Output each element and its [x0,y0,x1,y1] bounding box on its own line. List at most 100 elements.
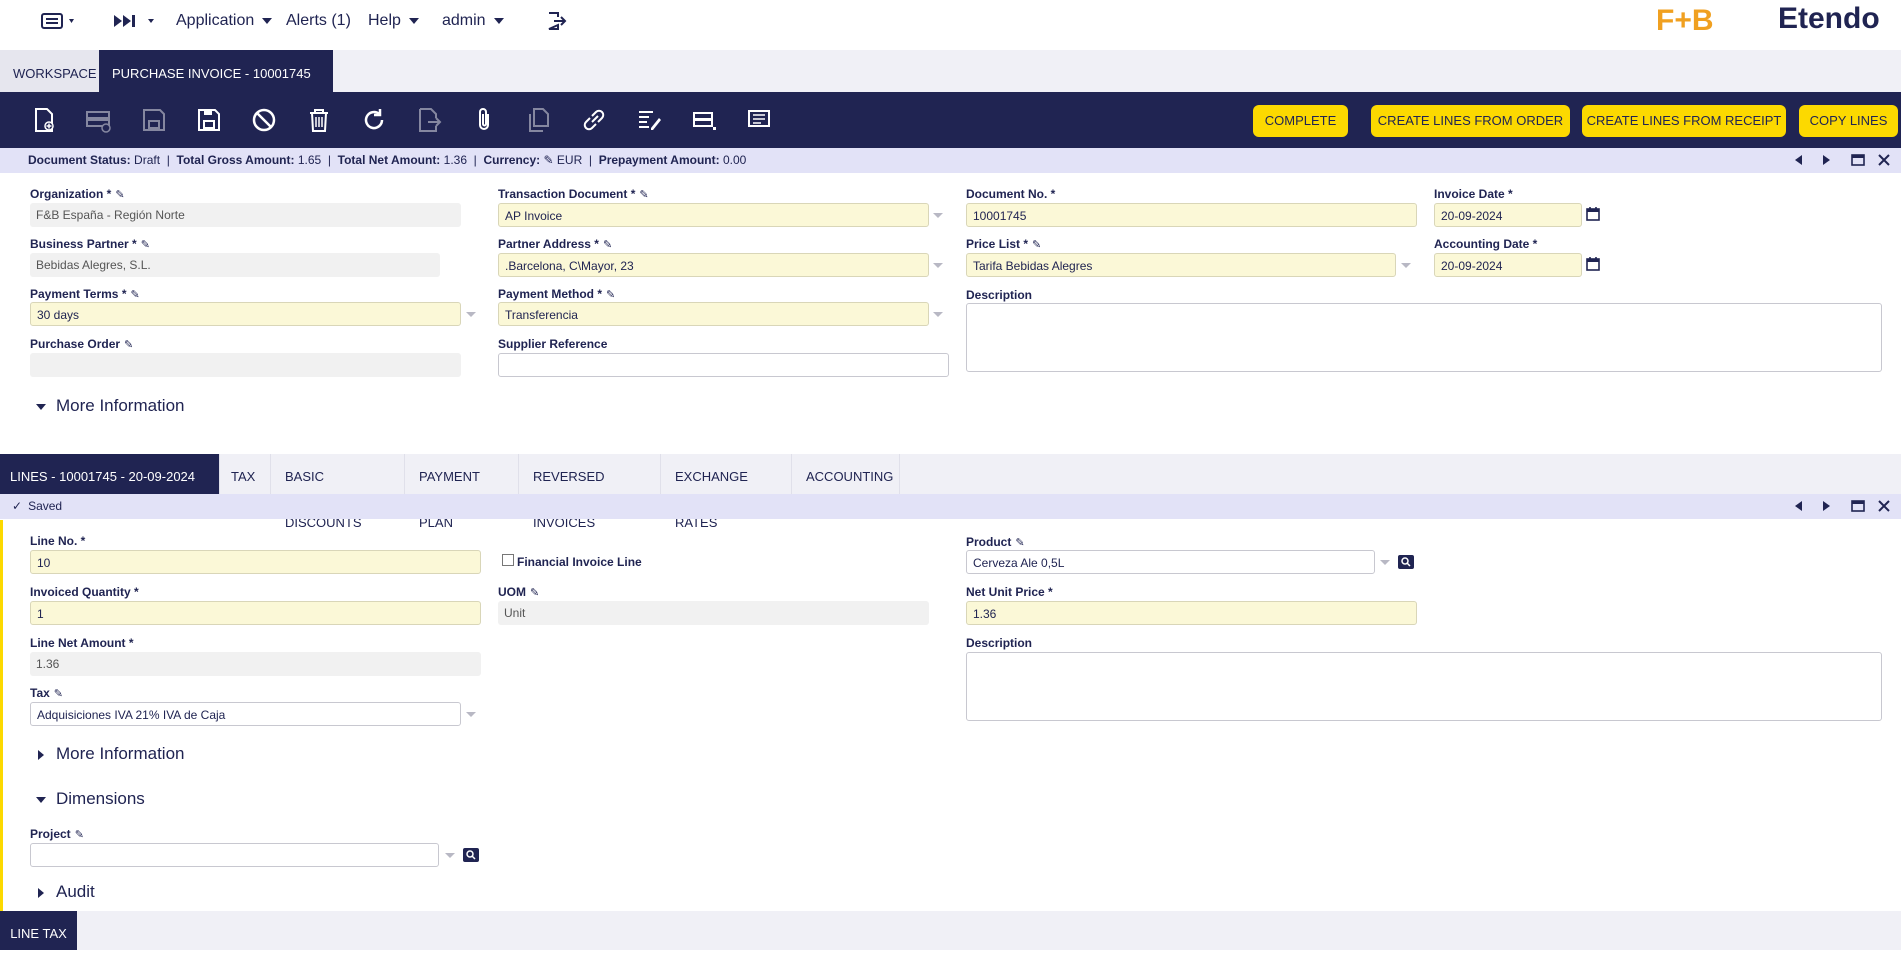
export-icon[interactable] [415,106,443,134]
chevron-down-icon [493,17,504,24]
financial-invoice-line-checkbox[interactable] [502,554,514,566]
more-information-section[interactable]: More Information [36,396,185,416]
clone-icon[interactable] [525,106,553,134]
new-document-icon[interactable] [30,106,58,134]
supplier-reference-field[interactable] [498,353,949,377]
save-close-icon[interactable] [195,106,223,134]
refresh-icon[interactable] [360,106,388,134]
organization-field: F&B España - Región Norte [30,203,461,227]
invoice-date-label: Invoice Date * [1434,187,1513,201]
next-record-icon[interactable] [1819,499,1833,513]
previous-record-icon[interactable] [1792,499,1806,513]
line-no-field[interactable]: 10 [30,550,481,574]
tab-reversed-invoices[interactable]: REVERSED INVOICES [523,454,661,530]
calendar-icon[interactable] [1586,257,1600,271]
next-record-icon[interactable] [1819,153,1833,167]
dimensions-section[interactable]: Dimensions [36,789,145,809]
tab-accounting[interactable]: ACCOUNTING [796,454,900,494]
dropdown-arrow-icon[interactable] [466,312,476,317]
partner-address-label: Partner Address * ✎ [498,237,613,251]
link-icon[interactable] [580,106,608,134]
tab-purchase-invoice[interactable]: PURCHASE INVOICE - 10001745 ... × [99,50,333,130]
organization-label: Organization * ✎ [30,187,125,201]
top-navigation: Application Alerts (1) Help admin F+B Et… [0,0,1901,46]
attachment-icon[interactable] [470,106,498,134]
chevron-down-icon [408,17,419,24]
dropdown-arrow-icon[interactable] [466,712,476,717]
help-menu[interactable]: Help [368,12,419,30]
audit-trail-icon[interactable] [635,106,663,134]
price-list-select[interactable]: Tarifa Bebidas Alegres [966,253,1396,277]
previous-record-icon[interactable] [1792,153,1806,167]
transaction-document-label: Transaction Document * ✎ [498,187,649,201]
partner-address-select[interactable]: .Barcelona, C\Mayor, 23 [498,253,929,277]
etendo-logo: Etendo [1778,2,1880,35]
description-label: Description [966,288,1033,302]
application-menu[interactable]: Application [176,12,273,30]
tax-select[interactable]: Adquisiciones IVA 21% IVA de Caja [30,702,461,726]
dropdown-arrow-icon[interactable] [1401,263,1411,268]
new-row-icon[interactable] [84,106,112,134]
active-form-indicator [0,520,3,911]
copy-lines-button[interactable]: COPY LINES [1799,105,1898,137]
payment-method-label: Payment Method * ✎ [498,287,616,301]
line-more-information-section[interactable]: More Information [38,744,185,764]
transaction-document-select[interactable]: AP Invoice [498,203,929,227]
description-textarea[interactable] [966,303,1882,372]
line-description-textarea[interactable] [966,652,1882,721]
child-tabs: LINES - 10001745 - 20-09-2024 ... TAX BA… [0,454,1901,530]
undo-icon[interactable] [250,106,278,134]
chevron-down-icon [262,17,273,24]
business-partner-field: Bebidas Alegres, S.L. [30,253,440,277]
invoiced-quantity-field[interactable]: 1 [30,601,481,625]
recent-views-icon[interactable] [112,11,158,36]
toolbar: COMPLETE CREATE LINES FROM ORDER CREATE … [0,92,1901,148]
dropdown-arrow-icon[interactable] [933,312,943,317]
delete-icon[interactable] [305,106,333,134]
dropdown-arrow-icon[interactable] [933,213,943,218]
line-net-amount-field: 1.36 [30,652,481,676]
dropdown-arrow-icon[interactable] [1380,560,1390,565]
complete-button[interactable]: COMPLETE [1253,105,1348,137]
alerts-link[interactable]: Alerts (1) [286,12,351,30]
close-icon[interactable] [1877,499,1891,513]
search-icon[interactable] [463,848,479,862]
create-lines-from-order-button[interactable]: CREATE LINES FROM ORDER [1371,105,1570,137]
tab-line-tax[interactable]: LINE TAX [0,911,77,950]
save-icon[interactable] [140,106,168,134]
dropdown-arrow-icon[interactable] [933,263,943,268]
tab-payment-plan[interactable]: PAYMENT PLAN [409,454,519,530]
tab-exchange-rates[interactable]: EXCHANGE RATES [665,454,792,530]
lines-status-bar: ✓ Saved [0,494,1901,519]
document-status-bar: Document Status: Draft | Total Gross Amo… [0,148,1901,173]
tab-basic-discounts[interactable]: BASIC DISCOUNTS [275,454,405,530]
chevron-right-icon [38,749,44,760]
tab-workspace[interactable]: WORKSPACE [0,50,110,92]
maximize-icon[interactable] [1851,153,1865,167]
dropdown-arrow-icon[interactable] [445,853,455,858]
tab-lines[interactable]: LINES - 10001745 - 20-09-2024 ... [0,454,220,530]
maximize-icon[interactable] [1851,499,1865,513]
notes-icon[interactable] [745,106,773,134]
grid-form-toggle-icon[interactable] [690,106,718,134]
invoice-date-field[interactable]: 20-09-2024 [1434,203,1582,227]
search-icon[interactable] [1398,555,1414,569]
user-menu[interactable]: admin [442,12,504,30]
calendar-icon[interactable] [1586,207,1600,221]
project-field[interactable] [30,843,439,867]
close-icon[interactable] [1877,153,1891,167]
product-field[interactable]: Cerveza Ale 0,5L [966,550,1375,574]
document-no-field[interactable]: 10001745 [966,203,1417,227]
net-unit-price-field[interactable]: 1.36 [966,601,1417,625]
create-lines-from-receipt-button[interactable]: CREATE LINES FROM RECEIPT [1582,105,1786,137]
accounting-date-field[interactable]: 20-09-2024 [1434,253,1582,277]
payment-method-select[interactable]: Transferencia [498,302,929,326]
quick-launch-icon[interactable] [40,11,76,36]
chevron-down-icon [36,403,46,410]
payment-terms-select[interactable]: 30 days [30,302,461,326]
bottom-tabs: LINE TAX [0,911,1901,950]
uom-field: Unit [498,601,929,625]
audit-section[interactable]: Audit [38,882,95,902]
logout-icon[interactable] [546,11,568,36]
tab-tax[interactable]: TAX [221,454,271,494]
